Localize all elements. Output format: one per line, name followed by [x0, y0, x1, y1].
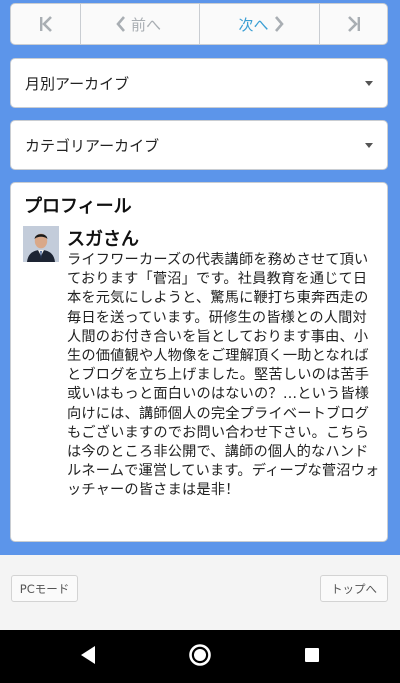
- home-nav-button[interactable]: [180, 630, 220, 683]
- footer: PCモード トップへ: [0, 555, 400, 630]
- recent-apps-square-icon: [304, 647, 320, 667]
- next-page-button[interactable]: 次へ: [200, 4, 320, 44]
- last-page-button[interactable]: [320, 4, 387, 44]
- prev-label: 前へ: [130, 15, 161, 34]
- back-to-top-button[interactable]: トップへ: [320, 575, 388, 602]
- chevron-right-icon: [273, 16, 285, 32]
- pager: 前へ 次へ: [10, 3, 388, 45]
- pc-mode-button[interactable]: PCモード: [11, 575, 78, 602]
- android-nav-bar: [0, 630, 400, 683]
- home-circle-icon: [188, 643, 212, 671]
- monthly-archive-label: 月別アーカイブ: [25, 74, 130, 93]
- dropdown-caret-icon: [365, 80, 373, 86]
- profile-name: スガさん: [67, 229, 139, 250]
- page-content: 前へ 次へ 月別アーカイブ カテゴリアーカイブ プロフィール スガさん ライフワ…: [0, 0, 400, 555]
- profile-heading: プロフィール: [24, 196, 132, 217]
- first-page-icon: [37, 15, 55, 33]
- profile-bio: ライフワーカーズの代表講師を務めさせて頂いております「菅沼」です。社員教育を通じ…: [67, 252, 380, 499]
- prev-page-button[interactable]: 前へ: [81, 4, 200, 44]
- category-archive-label: カテゴリアーカイブ: [25, 136, 160, 155]
- next-label: 次へ: [238, 15, 269, 34]
- dropdown-caret-icon: [365, 142, 373, 148]
- monthly-archive-select[interactable]: 月別アーカイブ: [10, 58, 388, 108]
- first-page-button[interactable]: [11, 4, 81, 44]
- last-page-icon: [345, 15, 363, 33]
- profile-panel: プロフィール スガさん ライフワーカーズの代表講師を務めさせて頂いております「菅…: [10, 182, 388, 542]
- chevron-left-icon: [115, 16, 127, 32]
- recent-apps-nav-button[interactable]: [292, 630, 332, 683]
- back-triangle-icon: [79, 645, 97, 669]
- avatar: [23, 226, 59, 262]
- back-nav-button[interactable]: [68, 630, 108, 683]
- category-archive-select[interactable]: カテゴリアーカイブ: [10, 120, 388, 170]
